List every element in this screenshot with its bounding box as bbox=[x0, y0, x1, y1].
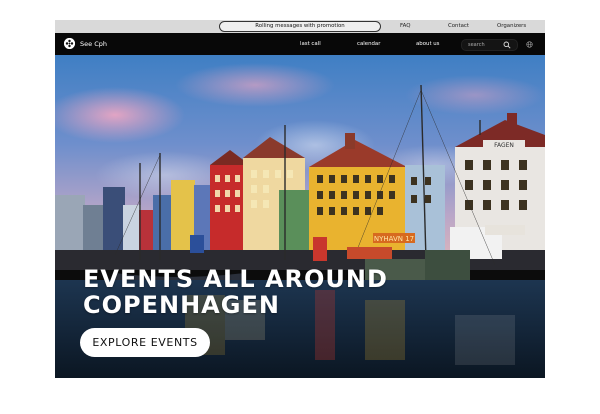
nav-about-us[interactable]: about us bbox=[416, 41, 440, 47]
nav-calendar[interactable]: calendar bbox=[357, 41, 380, 47]
site-logo[interactable]: See Cph bbox=[64, 38, 107, 49]
flower-logo-icon bbox=[64, 38, 75, 49]
globe-icon[interactable] bbox=[526, 41, 533, 48]
hero-title-line-1: EVENTS ALL AROUND bbox=[83, 265, 388, 293]
main-navbar: See Cph last call calendar about us bbox=[55, 33, 545, 55]
contact-link[interactable]: Contact bbox=[448, 23, 469, 29]
nav-last-call[interactable]: last call bbox=[300, 41, 321, 47]
explore-events-button[interactable]: EXPLORE EVENTS bbox=[80, 328, 210, 357]
hero-title: EVENTS ALL AROUND COPENHAGEN bbox=[83, 266, 388, 318]
hero-section: NYHAVN 17 FAGEN EVENTS ALL AROUND COPENH… bbox=[55, 55, 545, 378]
storefront-sign: NYHAVN 17 bbox=[374, 235, 414, 243]
search-icon[interactable] bbox=[503, 41, 511, 49]
search-box bbox=[461, 39, 518, 51]
browser-viewport: Rolling messages with promotion FAQ Cont… bbox=[55, 20, 545, 378]
hero-title-line-2: COPENHAGEN bbox=[83, 291, 280, 319]
search-input[interactable] bbox=[468, 40, 502, 50]
rolling-message-banner[interactable]: Rolling messages with promotion bbox=[219, 21, 381, 32]
faq-link[interactable]: FAQ bbox=[400, 23, 410, 29]
building-sign: FAGEN bbox=[494, 142, 514, 149]
organizers-link[interactable]: Organizers bbox=[497, 23, 526, 29]
utility-bar: Rolling messages with promotion FAQ Cont… bbox=[55, 20, 545, 33]
logo-text: See Cph bbox=[80, 39, 107, 48]
